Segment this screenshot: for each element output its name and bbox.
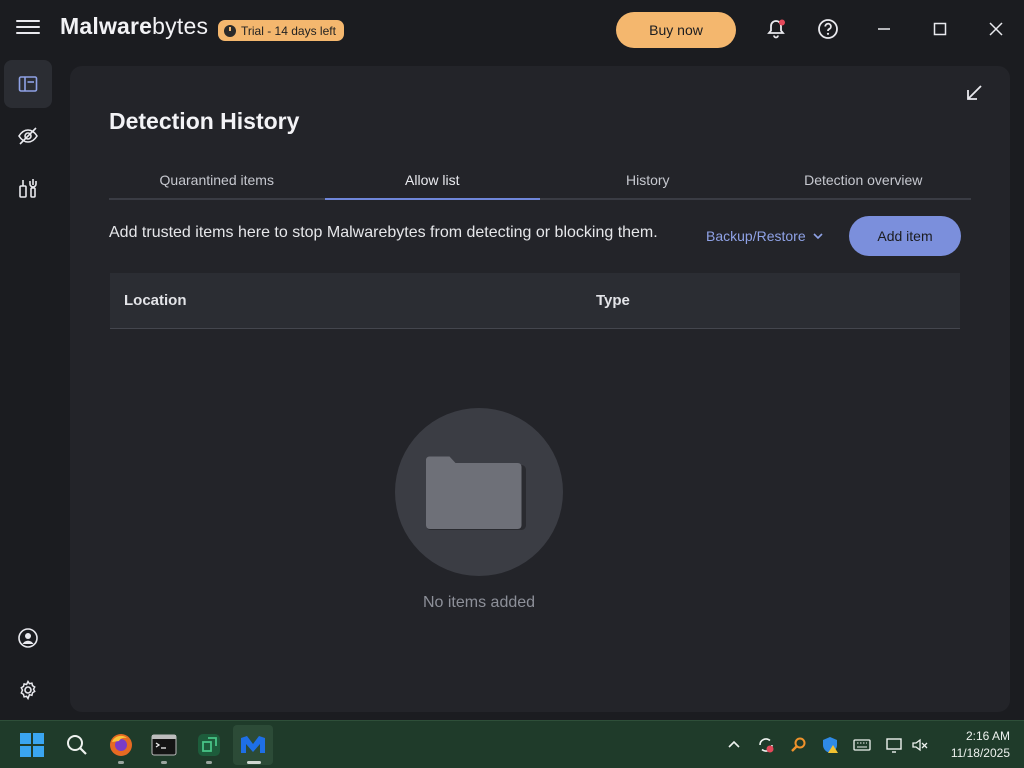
- tab-detection-overview[interactable]: Detection overview: [756, 164, 972, 198]
- brand-bold: Malware: [60, 13, 153, 39]
- empty-state-text: No items added: [422, 594, 536, 611]
- tab-allow-list[interactable]: Allow list: [324, 164, 541, 200]
- taskbar-running-indicator: [161, 761, 167, 764]
- tab-history[interactable]: History: [540, 164, 756, 198]
- minimize-window-icon[interactable]: [871, 16, 897, 42]
- backup-restore-dropdown[interactable]: Backup/Restore: [706, 228, 824, 244]
- backup-restore-label: Backup/Restore: [706, 228, 806, 244]
- empty-state-illustration: [395, 408, 563, 576]
- page-title: Detection History: [109, 108, 300, 134]
- brand-light: bytes: [152, 13, 209, 39]
- display-icon[interactable]: [885, 736, 903, 754]
- app-sandbox-icon[interactable]: [195, 731, 223, 759]
- collapse-arrow-icon[interactable]: [963, 82, 985, 104]
- eye-off-icon: [18, 127, 38, 145]
- windows-start-icon[interactable]: [18, 731, 46, 759]
- firefox-icon[interactable]: [107, 731, 135, 759]
- taskbar-running-indicator: [118, 761, 124, 764]
- nav-dashboard[interactable]: [4, 60, 52, 108]
- hamburger-menu-button[interactable]: [14, 16, 42, 42]
- tools-icon: [19, 179, 37, 198]
- nav-settings[interactable]: [4, 666, 52, 714]
- tab-quarantined-items[interactable]: Quarantined items: [109, 164, 325, 198]
- search-icon[interactable]: [63, 731, 91, 759]
- sync-icon[interactable]: [757, 736, 775, 754]
- trial-badge-label: Trial - 14 days left: [241, 23, 336, 38]
- detection-tabs: Quarantined items Allow list History Det…: [109, 164, 971, 200]
- left-navigation-rail: [0, 58, 58, 720]
- nav-account[interactable]: [4, 614, 52, 662]
- dashboard-icon: [18, 76, 38, 92]
- account-icon: [18, 628, 38, 648]
- malwarebytes-taskbar-icon[interactable]: [239, 731, 267, 759]
- add-item-button[interactable]: Add item: [849, 216, 961, 256]
- column-header-location[interactable]: Location: [124, 292, 187, 309]
- search-tool-icon[interactable]: [789, 736, 807, 754]
- chevron-down-icon: [813, 233, 823, 240]
- help-icon[interactable]: [815, 16, 841, 42]
- maximize-window-icon[interactable]: [927, 16, 953, 42]
- taskbar-clock-time[interactable]: 2:16 AM: [940, 729, 1010, 743]
- trial-badge[interactable]: Trial - 14 days left: [218, 20, 344, 41]
- taskbar-clock-date[interactable]: 11/18/2025: [930, 746, 1010, 760]
- terminal-icon[interactable]: [150, 731, 178, 759]
- allow-list-table-header: Location Type: [110, 273, 960, 329]
- title-bar: Malwarebytes Trial - 14 days left Buy no…: [0, 0, 1024, 58]
- nav-tools[interactable]: [4, 164, 52, 212]
- malwarebytes-logo: Malwarebytes: [60, 13, 208, 40]
- nav-privacy[interactable]: [4, 112, 52, 160]
- gear-icon: [20, 679, 36, 701]
- taskbar-active-indicator: [247, 761, 261, 764]
- allow-list-description: Add trusted items here to stop Malwareby…: [109, 224, 658, 241]
- notifications-bell-icon[interactable]: [763, 16, 789, 42]
- folder-icon: [426, 456, 526, 530]
- keyboard-icon[interactable]: [853, 736, 871, 754]
- buy-now-button[interactable]: Buy now: [616, 12, 736, 48]
- chevron-up-icon[interactable]: [725, 736, 743, 754]
- column-header-type[interactable]: Type: [596, 292, 630, 309]
- taskbar-running-indicator: [206, 761, 212, 764]
- windows-taskbar: 2:16 AM 11/18/2025: [0, 720, 1024, 768]
- close-window-icon[interactable]: [983, 16, 1009, 42]
- clock-icon: [224, 24, 236, 37]
- detection-history-panel: Detection History Quarantined items Allo…: [70, 66, 1010, 712]
- security-warning-icon[interactable]: [821, 736, 839, 754]
- volume-muted-icon[interactable]: [911, 736, 929, 754]
